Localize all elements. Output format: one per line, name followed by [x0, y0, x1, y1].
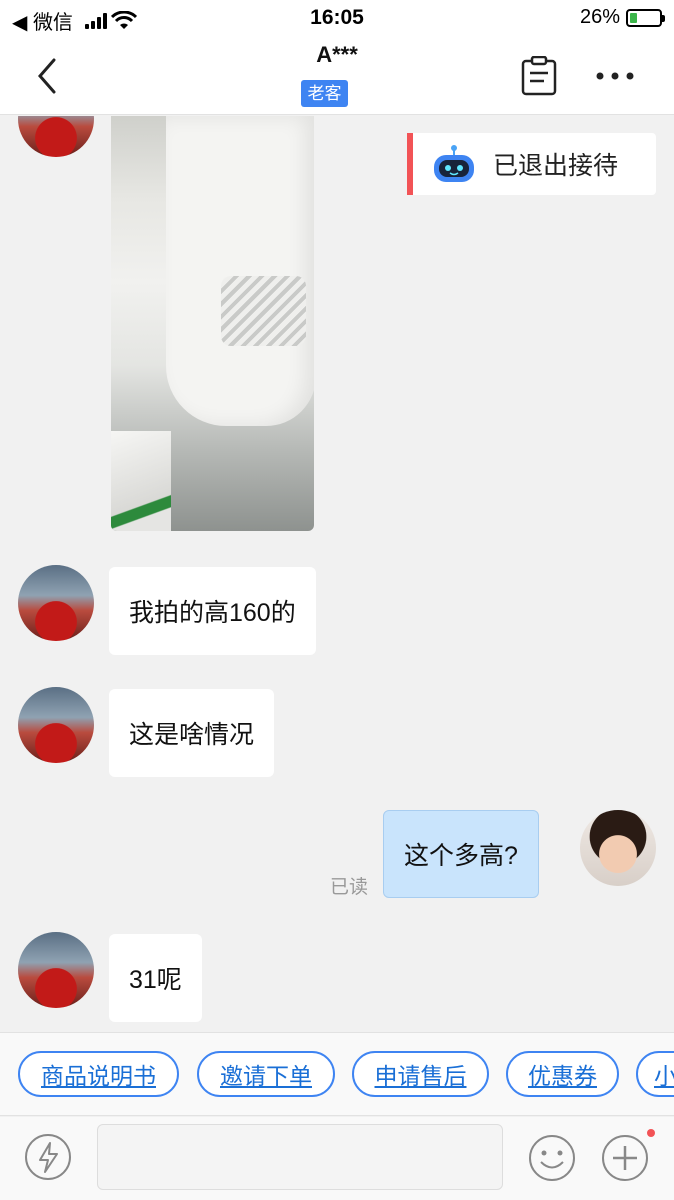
message-bubble-self[interactable]: 这个多高? [383, 810, 539, 898]
quick-reply-manual[interactable]: 商品说明书 [18, 1051, 179, 1097]
doc-icon[interactable] [520, 56, 558, 96]
status-battery: 26% [579, 6, 665, 29]
quick-reply-after-sales[interactable]: 申请售后 [352, 1051, 489, 1097]
robot-icon [434, 145, 474, 182]
message-bubble[interactable]: 31呢 [109, 934, 202, 1022]
notification-dot [647, 1129, 655, 1137]
plus-icon[interactable] [600, 1133, 650, 1183]
chat-area[interactable]: 已退出接待 我拍的高160的 这是啥情况 已读 这个多高? 31呢 [0, 116, 674, 1032]
quick-reply-coupon[interactable]: 优惠券 [506, 1051, 619, 1097]
nav-bar: A*** 老客 [0, 38, 674, 115]
quick-reply-bar: 商品说明书 邀请下单 申请售后 优惠券 小 [0, 1032, 674, 1116]
read-status: 已读 [330, 877, 369, 898]
message-input[interactable] [97, 1124, 503, 1190]
input-bar [0, 1117, 674, 1200]
message-text: 这个多高? [404, 842, 518, 870]
agent-avatar[interactable] [580, 810, 656, 886]
chat-title: A*** [316, 42, 358, 67]
message-text: 我拍的高160的 [129, 599, 296, 627]
photo-device [166, 116, 314, 426]
customer-avatar[interactable] [18, 116, 94, 157]
quick-reply-more[interactable]: 小 [636, 1051, 674, 1097]
quick-reply-invite-order[interactable]: 邀请下单 [197, 1051, 335, 1097]
exit-notice-text: 已退出接待 [493, 152, 619, 180]
more-icon[interactable] [595, 68, 635, 84]
image-message[interactable] [111, 116, 314, 531]
status-time: 16:05 [310, 6, 364, 29]
photo-grille [221, 276, 306, 346]
exit-notice: 已退出接待 [407, 133, 656, 195]
emoji-icon[interactable] [527, 1133, 577, 1183]
battery-icon [626, 8, 665, 27]
battery-percent: 26% [579, 6, 620, 28]
message-bubble[interactable]: 我拍的高160的 [109, 567, 316, 655]
flash-icon[interactable] [24, 1133, 72, 1181]
message-text: 31呢 [129, 966, 182, 994]
customer-avatar[interactable] [18, 687, 94, 763]
message-bubble[interactable]: 这是啥情况 [109, 689, 275, 777]
status-bar: ◀ 微信 16:05 26% [0, 0, 674, 38]
message-text: 这是啥情况 [129, 721, 255, 749]
customer-avatar[interactable] [18, 932, 94, 1008]
customer-badge: 老客 [301, 80, 348, 107]
customer-avatar[interactable] [18, 565, 94, 641]
photo-box [111, 431, 171, 531]
